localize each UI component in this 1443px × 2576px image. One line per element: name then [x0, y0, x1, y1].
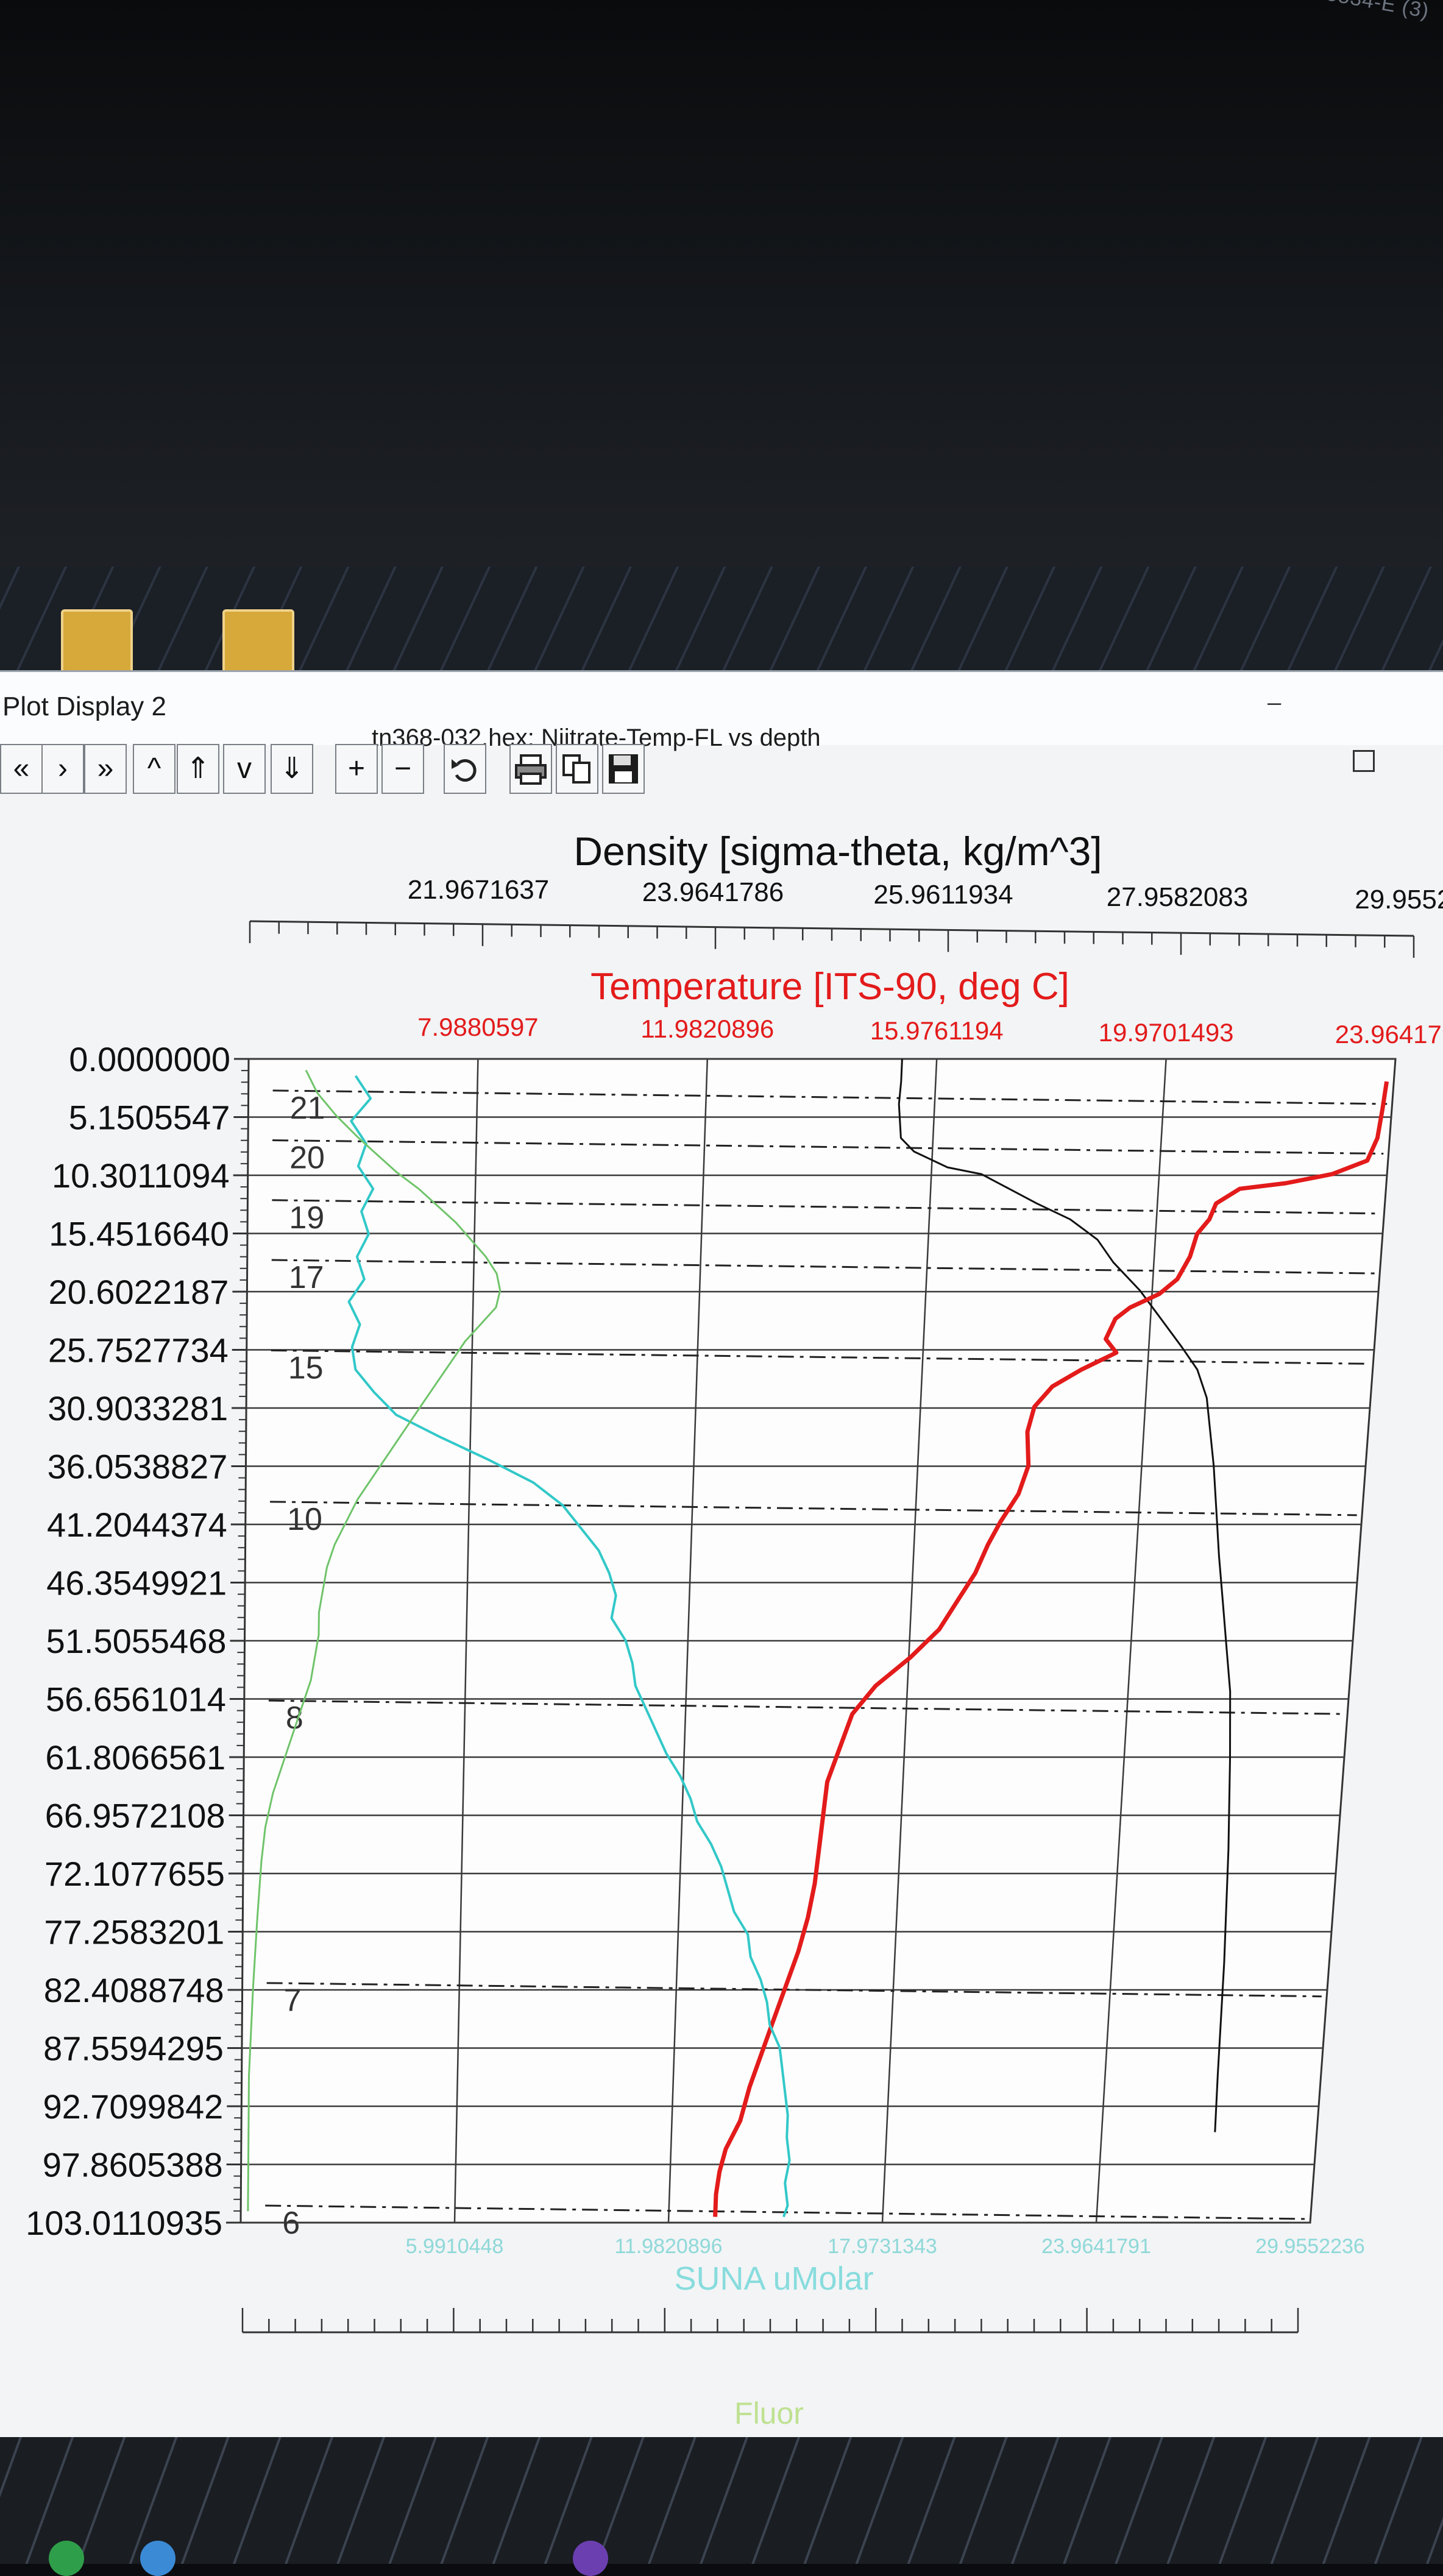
temperature-tick-label: 15.9761194	[870, 1016, 1004, 1045]
suna-tick-label: 23.9641791	[1041, 2235, 1151, 2258]
bin-marker-label: 20	[289, 1141, 325, 1176]
temperature-tick-label: 23.964179	[1335, 1020, 1443, 1049]
y-tick-label: 15.4516640	[49, 1215, 229, 1253]
density-tick-label: 25.9611934	[873, 880, 1013, 910]
depth-profile-chart: 0.0000000 5.1505547 10.3011094 15.4516640 20…	[26, 829, 1443, 2430]
y-tick-label: 20.6022187	[49, 1273, 229, 1311]
taskbar-app-icon[interactable]	[573, 2541, 608, 2576]
y-tick-label: 61.8066561	[45, 1738, 225, 1777]
taskbar-app-icon[interactable]	[49, 2541, 84, 2576]
fluor-axis-title: Fluor	[734, 2396, 804, 2430]
bin-marker-label: 7	[284, 1983, 302, 2019]
y-tick-label: 10.3011094	[52, 1156, 230, 1195]
y-tick-label: 87.5594295	[43, 2029, 224, 2068]
y-tick-label: 25.7527734	[48, 1331, 229, 1370]
suna-tick-label: 5.9910448	[406, 2235, 504, 2258]
y-tick-label: 97.8605388	[43, 2146, 223, 2184]
y-tick-label: 51.5055468	[46, 1622, 227, 1660]
monitor-bezel	[0, 0, 1443, 579]
y-tick-label: 41.2044374	[47, 1506, 227, 1544]
y-tick-label: 103.0110935	[26, 2204, 222, 2242]
suna-tick-label: 29.9552236	[1255, 2235, 1365, 2258]
temperature-tick-label: 19.9701493	[1099, 1018, 1234, 1047]
bin-marker-label: 15	[288, 1350, 324, 1385]
bin-marker-label: 10	[287, 1502, 322, 1537]
density-tick-label: 21.9671637	[408, 875, 549, 905]
temperature-tick-label: 7.9880597	[417, 1013, 539, 1041]
suna-axis-title: SUNA uMolar	[674, 2260, 873, 2297]
desktop-bottom	[0, 2437, 1443, 2564]
y-tick-label: 0.0000000	[69, 1040, 230, 1078]
y-tick-label: 77.2583201	[44, 1913, 224, 1951]
y-tick-label: 46.3549921	[46, 1564, 227, 1602]
y-tick-label: 72.1077655	[44, 1855, 225, 1893]
suna-tick-label: 11.9820896	[614, 2235, 722, 2258]
bin-marker-label: 19	[289, 1200, 324, 1236]
y-tick-label: 92.7099842	[43, 2087, 223, 2126]
y-tick-label: 82.4088748	[44, 1971, 224, 2009]
density-tick-label: 29.95522	[1355, 885, 1443, 915]
suna-tick-label: 17.9731343	[828, 2235, 937, 2258]
y-tick-label: 56.6561014	[46, 1680, 226, 1719]
y-tick-label: 5.1505547	[69, 1099, 230, 1137]
bin-marker-label: 6	[282, 2206, 300, 2241]
temperature-axis-title: Temperature [ITS-90, deg C]	[590, 966, 1069, 1008]
density-tick-label: 23.9641786	[642, 877, 784, 907]
density-tick-label: 27.9582083	[1107, 882, 1248, 912]
bin-marker-label: 17	[289, 1260, 324, 1295]
y-tick-label: 30.9033281	[48, 1389, 228, 1428]
taskbar-app-icon[interactable]	[140, 2541, 176, 2576]
desktop-background	[0, 567, 1443, 682]
density-axis-title: Density [sigma-theta, kg/m^3]	[573, 829, 1102, 874]
temperature-tick-label: 11.9820896	[640, 1014, 774, 1043]
y-tick-label: 66.9572108	[45, 1797, 225, 1835]
y-tick-label: 36.0538827	[48, 1448, 228, 1486]
